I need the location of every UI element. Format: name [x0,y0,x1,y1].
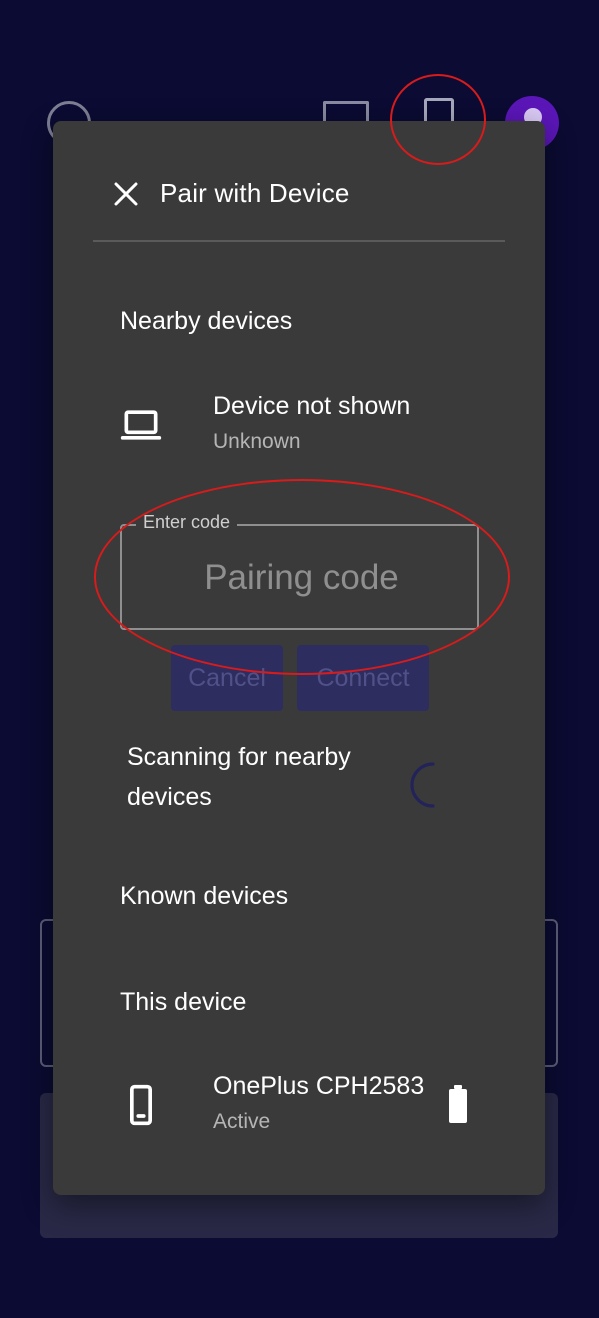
this-device-name: OnePlus CPH2583 [213,1072,425,1100]
scanning-status: Scanning for nearby devices [127,743,351,811]
connect-button[interactable]: Connect [297,645,429,711]
phone-icon [130,1084,152,1126]
nearby-device-name: Device not shown [213,392,411,420]
known-devices-heading: Known devices [120,882,289,910]
battery-icon [449,1085,467,1123]
nearby-devices-heading: Nearby devices [120,307,293,335]
nearby-device-status: Unknown [213,430,301,453]
this-device-row[interactable]: OnePlus CPH2583 Active [53,1071,545,1151]
this-device-status: Active [213,1110,271,1133]
laptop-icon [120,410,162,440]
close-icon [114,182,138,206]
pairing-code-input[interactable] [122,526,481,630]
pair-device-dialog: Pair with Device Nearby devices Device n… [53,121,545,1195]
screen: Pair with Device Nearby devices Device n… [0,0,599,1318]
spinner-icon [410,762,435,808]
this-device-heading: This device [120,988,247,1016]
cancel-button[interactable]: Cancel [171,645,283,711]
nearby-device-row[interactable]: Device not shown Unknown [53,389,545,469]
dialog-header: Pair with Device [53,121,545,242]
header-divider [93,240,505,242]
close-button[interactable] [105,173,147,215]
dialog-title: Pair with Device [160,178,350,208]
